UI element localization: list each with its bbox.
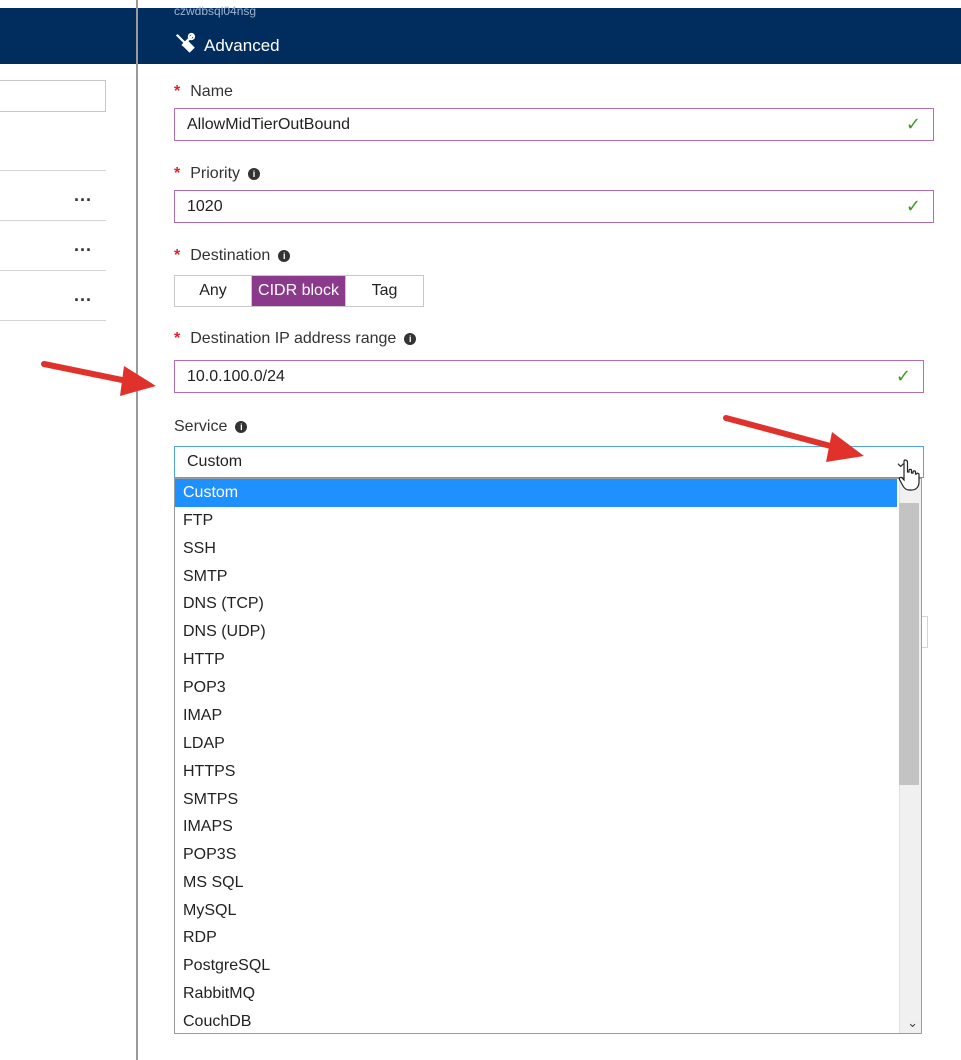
- more-options-icon[interactable]: ...: [74, 185, 92, 206]
- checkmark-icon: ✓: [905, 114, 921, 134]
- left-pane-header: [0, 0, 136, 64]
- name-field[interactable]: AllowMidTierOutBound ✓: [174, 108, 934, 141]
- dropdown-option[interactable]: MySQL: [175, 897, 897, 925]
- dropdown-option[interactable]: SMTP: [175, 563, 897, 591]
- required-marker: *: [174, 247, 181, 264]
- dropdown-option[interactable]: RabbitMQ: [175, 980, 897, 1008]
- dropdown-option[interactable]: PostgreSQL: [175, 952, 897, 980]
- destination-option-any[interactable]: Any: [175, 276, 252, 306]
- dropdown-option[interactable]: LDAP: [175, 730, 897, 758]
- destination-option-cidr-block[interactable]: CIDR block: [252, 276, 346, 306]
- dropdown-option[interactable]: POP3: [175, 674, 897, 702]
- dropdown-option[interactable]: DNS (UDP): [175, 618, 897, 646]
- annotation-arrow: [41, 361, 156, 396]
- dropdown-option[interactable]: IMAPS: [175, 813, 897, 841]
- dropdown-option[interactable]: RDP: [175, 924, 897, 952]
- required-marker: *: [174, 83, 181, 100]
- annotation-arrow: [723, 415, 864, 462]
- destination-ip-field[interactable]: 10.0.100.0/24 ✓: [174, 360, 924, 393]
- info-icon[interactable]: i: [248, 168, 261, 180]
- service-label: Service i: [174, 418, 248, 436]
- priority-value: 1020: [187, 197, 223, 215]
- priority-field[interactable]: 1020 ✓: [174, 190, 934, 223]
- blade-title-text: Advanced: [204, 35, 280, 55]
- destination-label: * Destination i: [174, 247, 291, 265]
- more-options-icon[interactable]: ...: [74, 235, 92, 256]
- list-item[interactable]: ...: [0, 271, 106, 321]
- hand-cursor-icon: [898, 459, 920, 491]
- dropdown-option[interactable]: IMAP: [175, 702, 897, 730]
- dropdown-option[interactable]: MS SQL: [175, 869, 897, 897]
- dropdown-option[interactable]: Custom: [175, 479, 897, 507]
- dropdown-scrollbar[interactable]: ⌄: [899, 479, 921, 1033]
- info-icon[interactable]: i: [235, 421, 248, 433]
- name-value: AllowMidTierOutBound: [187, 115, 351, 133]
- left-pane-input[interactable]: [0, 80, 106, 112]
- info-icon[interactable]: i: [278, 250, 291, 262]
- destination-toggle[interactable]: Any CIDR block Tag: [174, 275, 424, 307]
- destination-ip-value: 10.0.100.0/24: [187, 367, 285, 385]
- info-icon[interactable]: i: [404, 333, 417, 345]
- priority-label: * Priority i: [174, 165, 261, 183]
- dropdown-option[interactable]: HTTPS: [175, 758, 897, 786]
- checkmark-icon: ✓: [895, 366, 911, 386]
- scroll-down-icon[interactable]: ⌄: [907, 1015, 918, 1031]
- blade-title: Advanced: [174, 32, 280, 59]
- destination-option-tag[interactable]: Tag: [346, 276, 423, 306]
- destination-ip-label: * Destination IP address range i: [174, 330, 417, 348]
- dropdown-option[interactable]: HTTP: [175, 646, 897, 674]
- dropdown-option[interactable]: FTP: [175, 507, 897, 535]
- dropdown-option[interactable]: SMTPS: [175, 786, 897, 814]
- checkmark-icon: ✓: [905, 196, 921, 216]
- name-label: * Name: [174, 83, 233, 100]
- required-marker: *: [174, 330, 181, 347]
- scrollbar-thumb[interactable]: [899, 503, 919, 785]
- dropdown-option[interactable]: POP3S: [175, 841, 897, 869]
- list-item[interactable]: ...: [0, 171, 106, 221]
- required-marker: *: [174, 165, 181, 182]
- dropdown-option[interactable]: CouchDB: [175, 1008, 897, 1033]
- dropdown-option[interactable]: SSH: [175, 535, 897, 563]
- top-strip: [0, 0, 961, 8]
- dropdown-option[interactable]: DNS (TCP): [175, 590, 897, 618]
- service-value: Custom: [187, 453, 243, 470]
- wrench-screwdriver-icon: [174, 32, 196, 59]
- service-dropdown-list[interactable]: Custom FTP SSH SMTP DNS (TCP) DNS (UDP) …: [174, 478, 922, 1034]
- list-item[interactable]: ...: [0, 221, 106, 271]
- pane-divider[interactable]: [136, 0, 138, 1060]
- more-options-icon[interactable]: ...: [74, 285, 92, 306]
- blade-subtitle: czwdbsql04nsg: [174, 4, 257, 18]
- underlying-field-edge: [922, 616, 928, 648]
